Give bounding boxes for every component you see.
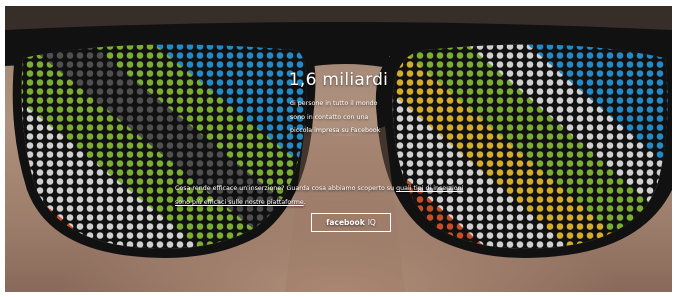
stat-description: di persone in tutto il mondo sono in con… (290, 97, 420, 138)
facebook-iq-button[interactable]: facebook IQ (311, 213, 391, 232)
hero-banner (5, 6, 672, 292)
stat-line: di persone in tutto il mondo (290, 100, 378, 107)
stat-line: sono in contatto con una (290, 113, 369, 121)
question-paragraph: Cosa rende efficace un'inserzione? Guard… (175, 182, 475, 210)
facebook-brand-label: facebook (326, 218, 365, 227)
stat-number: 1,6 miliardi (288, 70, 389, 90)
stat-line: piccola impresa su Facebook (290, 127, 381, 134)
question-text: Cosa rende efficace un'inserzione? Guard… (175, 185, 397, 192)
iq-label: IQ (367, 218, 376, 227)
hero-overlay (5, 6, 672, 292)
question-end: . (303, 199, 306, 206)
